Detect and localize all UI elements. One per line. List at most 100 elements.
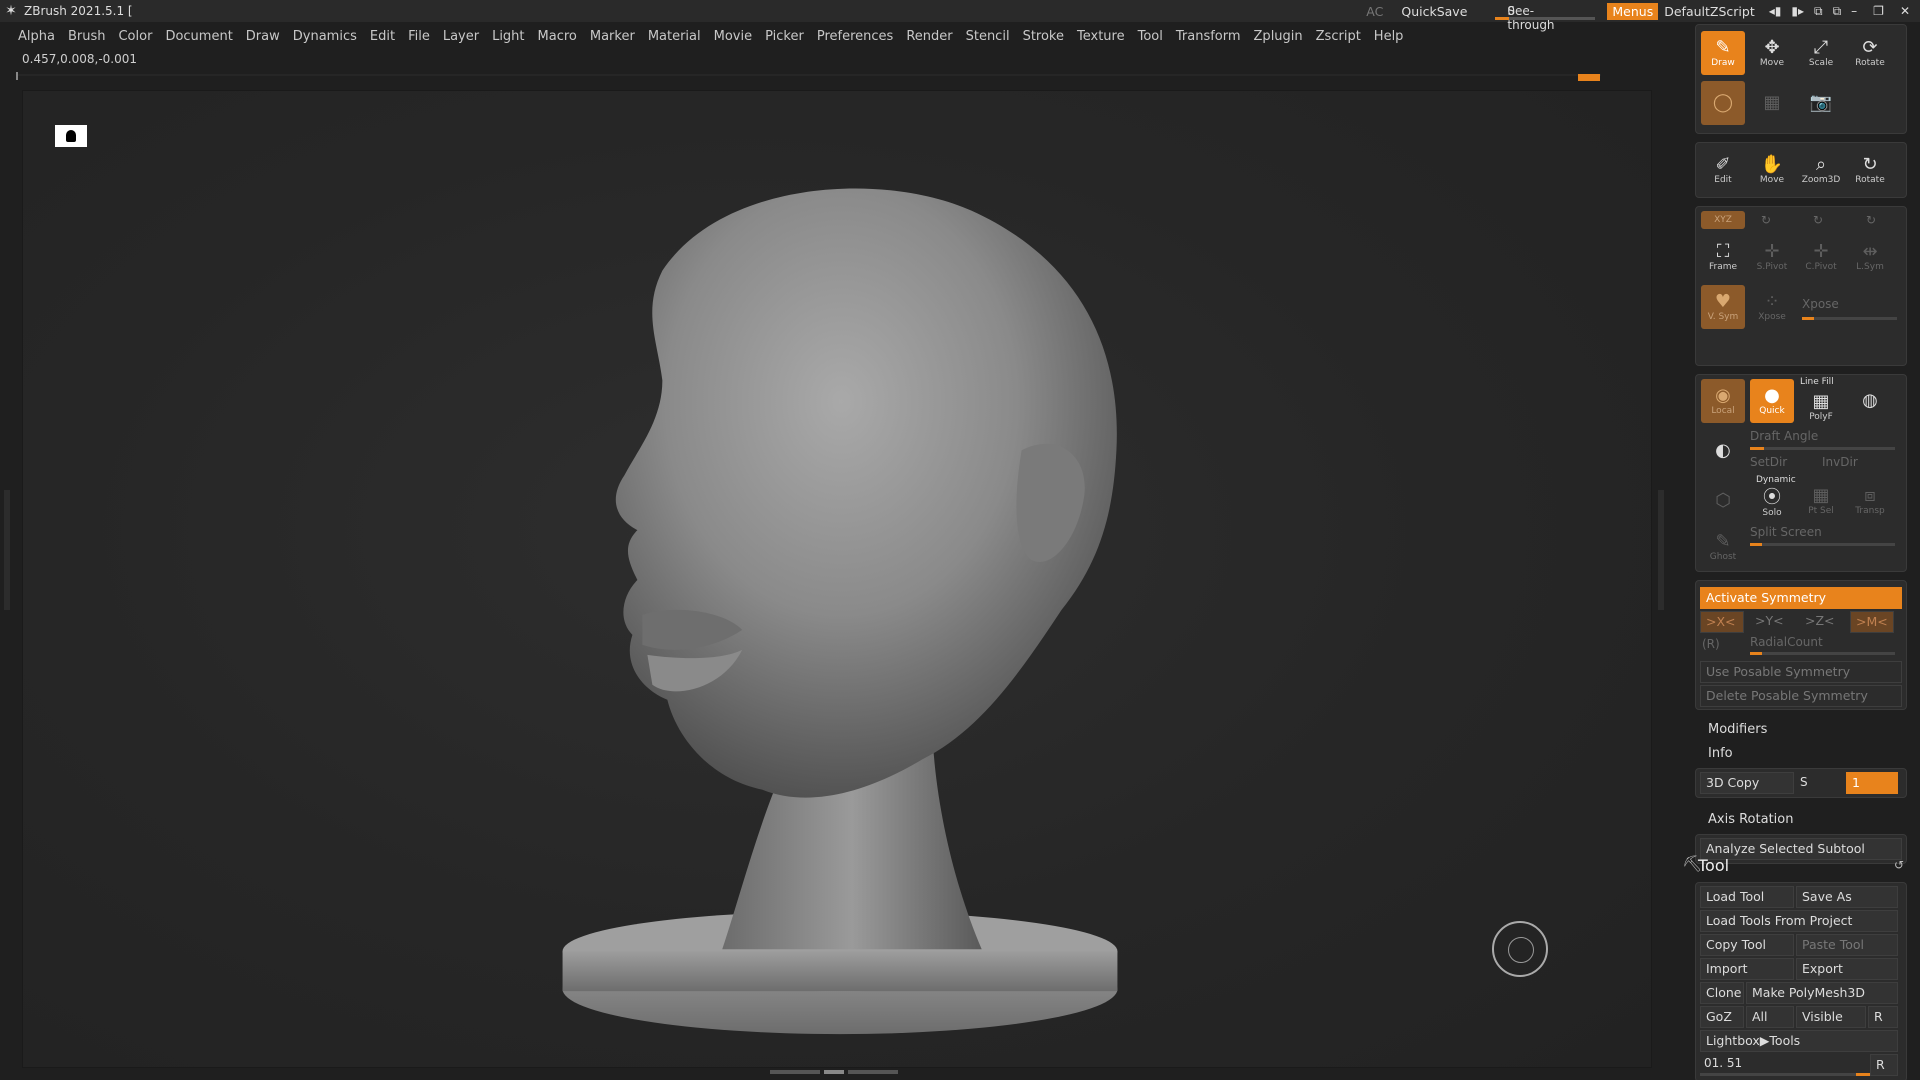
xpose-slider[interactable] [1802,317,1897,320]
make-polymesh-button[interactable]: Make PolyMesh3D [1746,982,1898,1004]
see-through-slider[interactable]: See-through 0 [1495,0,1596,32]
scale-mode-button[interactable]: ⤢ Scale [1799,31,1843,75]
cpivot-button[interactable]: ✛ C.Pivot [1799,235,1843,279]
rotate-mode-button[interactable]: ⟳ Rotate [1848,31,1892,75]
lsym-button[interactable]: ⇹ L.Sym [1848,235,1892,279]
local-button[interactable]: ◉ Local [1701,379,1745,423]
menu-macro[interactable]: Macro [538,29,577,44]
transp-button[interactable]: ⧈ Transp [1848,479,1892,523]
menu-color[interactable]: Color [118,29,152,44]
menu-picker[interactable]: Picker [765,29,804,44]
menu-light[interactable]: Light [492,29,524,44]
analyze-subtool-button[interactable]: Analyze Selected Subtool [1700,838,1902,860]
menu-layer[interactable]: Layer [443,29,479,44]
activate-symmetry-button[interactable]: Activate Symmetry [1700,587,1902,609]
info-section[interactable]: Info [1708,746,1733,761]
3d-copy-button[interactable]: 3D Copy [1700,772,1794,794]
goz-button[interactable]: GoZ [1700,1006,1744,1028]
menu-material[interactable]: Material [648,29,701,44]
menu-movie[interactable]: Movie [714,29,752,44]
quicksave-button[interactable]: QuickSave [1401,4,1467,19]
material-sphere-button[interactable]: ◯ [1701,81,1745,125]
axis-z-icon[interactable]: ↻ [1813,213,1823,227]
sculpt-head-model[interactable] [23,91,1651,1067]
tool-palette-title[interactable]: Tool [1698,856,1729,875]
menu-file[interactable]: File [408,29,430,44]
frame-button[interactable]: ⛶ Frame [1701,235,1745,279]
copy-tool-button[interactable]: Copy Tool [1700,934,1794,956]
import-button[interactable]: Import [1700,958,1794,980]
left-tray-handle[interactable] [4,490,10,610]
delete-posable-symmetry-button[interactable]: Delete Posable Symmetry [1700,685,1902,707]
pan-button[interactable]: ✋ Move [1750,148,1794,192]
close-icon[interactable]: ✕ [1900,4,1910,18]
menu-stencil[interactable]: Stencil [966,29,1010,44]
menu-render[interactable]: Render [906,29,952,44]
tool-slider[interactable] [1700,1073,1870,1076]
export-button[interactable]: Export [1796,958,1898,980]
menu-texture[interactable]: Texture [1077,29,1125,44]
menu-dynamics[interactable]: Dynamics [293,29,357,44]
right-tray-handle[interactable] [1658,490,1664,610]
paste-tool-button[interactable]: Paste Tool [1796,934,1898,956]
edit-button[interactable]: ✐ Edit [1701,148,1745,192]
restore-icon[interactable]: ❐ [1873,4,1884,18]
draft-toggle[interactable]: ◐ [1701,429,1745,473]
move-mode-button[interactable]: ✥ Move [1750,31,1794,75]
edit-grid-button[interactable]: ▦ [1750,81,1794,125]
layout-icon[interactable]: ⧉ [1814,4,1823,19]
m-sym-button[interactable]: >M< [1850,611,1894,633]
goz-r-button[interactable]: R [1868,1006,1898,1028]
xpose-button[interactable]: ⁘ Xpose [1750,285,1794,329]
ui-layout-icon[interactable]: ⧉ [1833,4,1842,19]
modifiers-section[interactable]: Modifiers [1708,722,1767,737]
snapshot-button[interactable]: 📷 [1799,81,1843,125]
transp-sphere-button[interactable]: ◍ [1848,379,1892,423]
menu-transform[interactable]: Transform [1176,29,1241,44]
radial-r-toggle[interactable]: (R) [1702,637,1720,651]
menu-tool[interactable]: Tool [1138,29,1163,44]
solo-button[interactable]: ⦿ Solo [1750,481,1794,525]
cube-toggle[interactable]: ⬡ [1701,479,1745,523]
rotate-right-icon[interactable]: ▮▸ [1791,4,1804,19]
menu-draw[interactable]: Draw [246,29,280,44]
menu-zplugin[interactable]: Zplugin [1254,29,1303,44]
ptsel-button[interactable]: ▦ Pt Sel [1799,479,1843,523]
rotate-left-icon[interactable]: ◂▮ [1769,4,1782,19]
navigation-gizmo[interactable] [1492,921,1548,977]
x-sym-button[interactable]: >X< [1700,611,1744,633]
menu-stroke[interactable]: Stroke [1023,29,1064,44]
draft-angle-slider[interactable] [1750,447,1895,450]
menu-document[interactable]: Document [165,29,232,44]
bottom-tray-handle[interactable] [770,1070,900,1076]
goz-all-button[interactable]: All [1746,1006,1794,1028]
menu-preferences[interactable]: Preferences [817,29,893,44]
quick-button[interactable]: ● Quick [1750,379,1794,423]
y-sym-button[interactable]: >Y< [1750,611,1794,633]
lightbox-tools-button[interactable]: Lightbox▶Tools [1700,1030,1898,1052]
ghost-button[interactable]: ✎ Ghost [1701,525,1745,569]
document-canvas[interactable] [22,90,1652,1068]
palette-reset-icon[interactable]: ↺ [1894,858,1904,872]
menu-brush[interactable]: Brush [68,29,106,44]
radial-count-slider[interactable] [1750,652,1895,655]
spivot-button[interactable]: ✛ S.Pivot [1750,235,1794,279]
save-as-button[interactable]: Save As [1796,886,1898,908]
menu-edit[interactable]: Edit [370,29,395,44]
rotate-view-button[interactable]: ↻ Rotate [1848,148,1892,192]
axis-rotation-section[interactable]: Axis Rotation [1708,812,1793,827]
axis-y-icon[interactable]: ↻ [1761,213,1771,227]
vsym-button[interactable]: ♥ V. Sym [1701,285,1745,329]
polyf-button[interactable]: ▦ PolyF [1799,385,1843,429]
menu-alpha[interactable]: Alpha [18,29,55,44]
load-tool-button[interactable]: Load Tool [1700,886,1794,908]
minimize-icon[interactable]: – [1851,4,1857,18]
menu-zscript[interactable]: Zscript [1316,29,1361,44]
clone-button[interactable]: Clone [1700,982,1744,1004]
draw-mode-button[interactable]: ✎ Draw [1701,31,1745,75]
goz-visible-button[interactable]: Visible [1796,1006,1866,1028]
load-from-project-button[interactable]: Load Tools From Project [1700,910,1898,932]
menu-marker[interactable]: Marker [590,29,635,44]
menu-help[interactable]: Help [1374,29,1404,44]
xyz-toggle[interactable]: XYZ [1701,211,1745,229]
